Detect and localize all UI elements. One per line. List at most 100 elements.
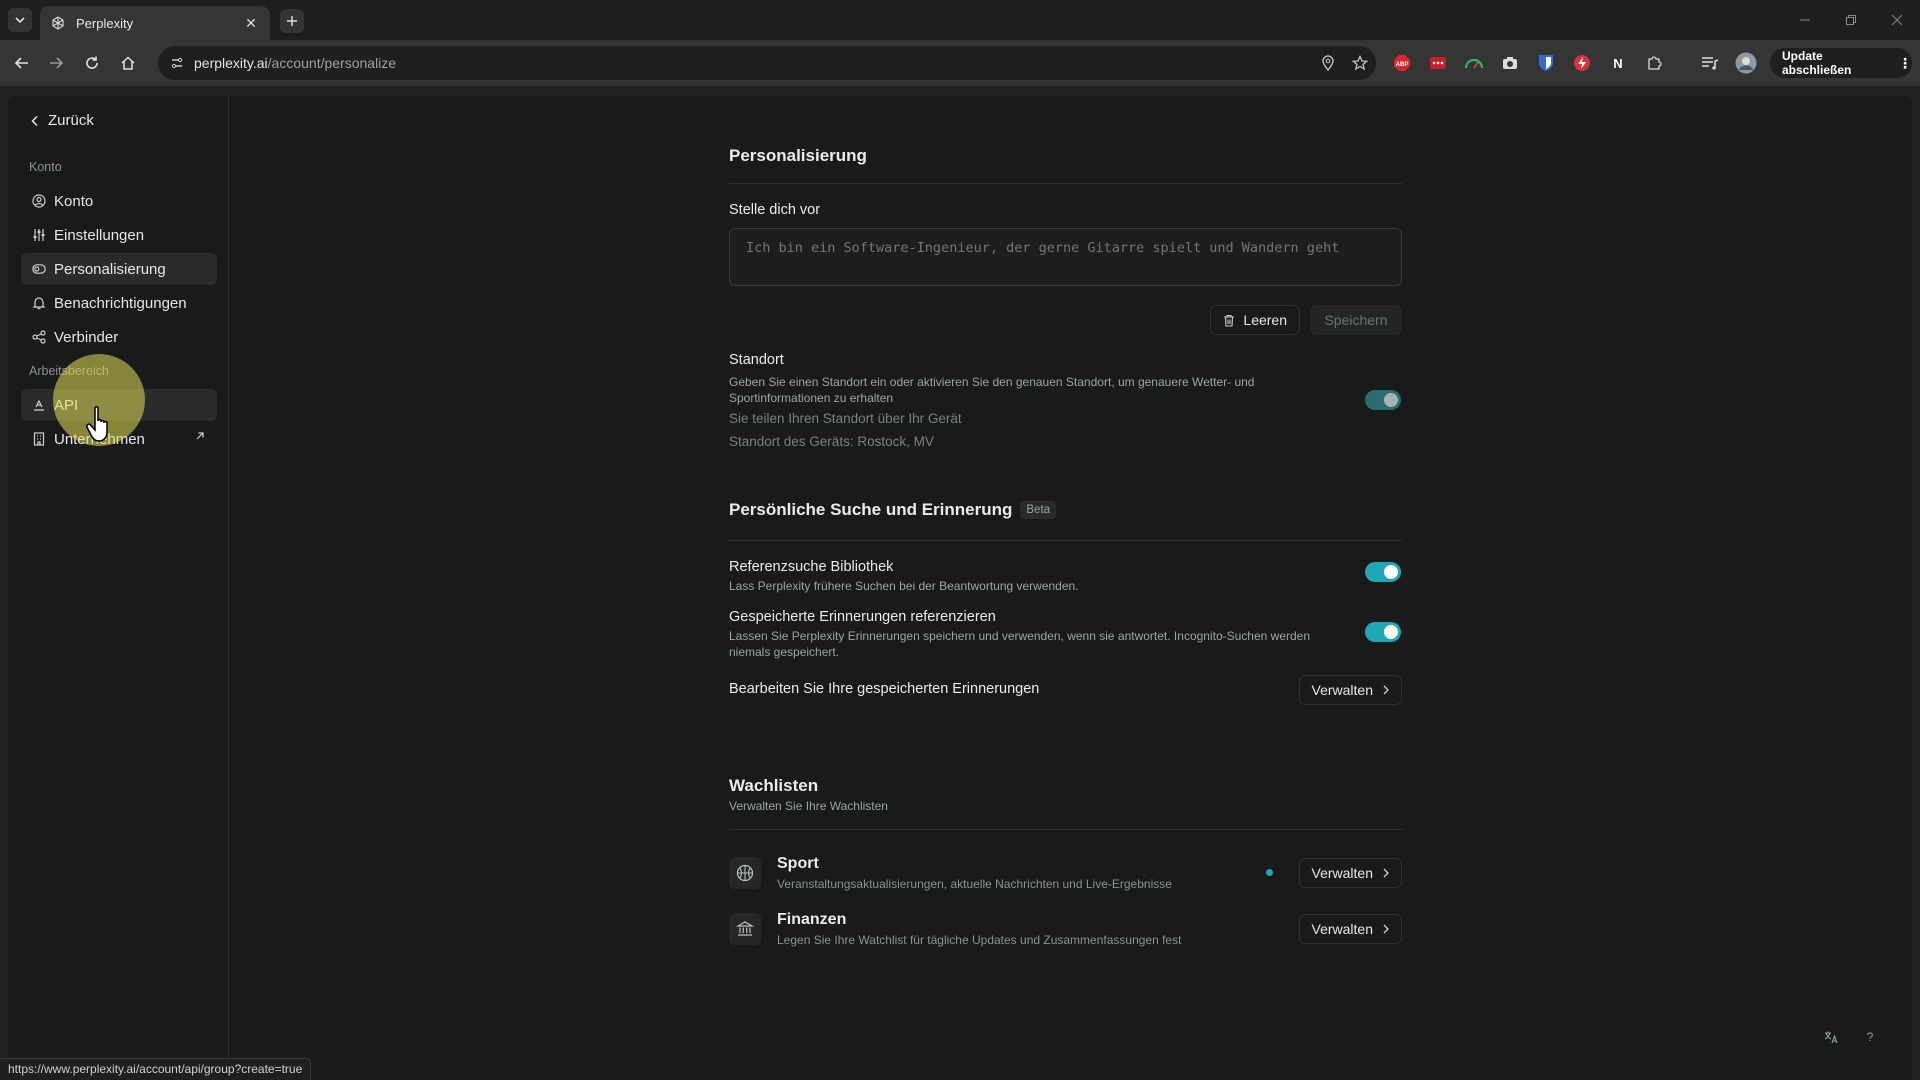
location-pin-icon[interactable] [1312,46,1344,80]
location-description: Geben Sie einen Standort ein oder aktivi… [729,375,1255,405]
chevron-right-icon [1383,685,1389,695]
camera-extension-icon[interactable] [1498,51,1522,75]
saved-memories-toggle[interactable] [1365,622,1401,642]
notion-extension-icon[interactable]: N [1606,51,1630,75]
address-bar[interactable]: perplexity.ai/account/personalize [158,46,1376,80]
tab-search-button[interactable] [8,8,32,32]
plus-icon [287,16,297,26]
sidebar-item-verbinder[interactable]: Verbinder [21,321,217,353]
watchlist-item-finanzen[interactable]: Finanzen Legen Sie Ihre Watchlist für tä… [729,911,1402,947]
site-info-icon[interactable] [166,52,188,74]
manage-memories-button[interactable]: Verwalten [1298,675,1402,705]
flash-extension-icon[interactable] [1570,51,1594,75]
restore-icon[interactable] [1828,0,1874,40]
minimize-icon[interactable] [1782,0,1828,40]
device-location: Standort des Geräts: Rostock, MV [729,434,934,449]
toggle-knob [1384,393,1398,407]
library-search-description: Lass Perplexity frühere Suchen bei der B… [729,579,1079,593]
watchlists-title: Wachlisten [729,776,819,795]
extensions-row: ABP N [1390,51,1758,75]
manage-label: Verwalten [1311,865,1373,881]
divider [729,183,1402,184]
sidebar-item-unternehmen[interactable]: Unternehmen [21,423,217,455]
browser-toolbar: perplexity.ai/account/personalize ABP N … [0,40,1920,86]
puzzle-extensions-icon[interactable] [1642,51,1666,75]
home-icon[interactable] [116,51,140,75]
section-label-workspace: Arbeitsbereich [29,364,109,378]
close-window-icon[interactable] [1874,0,1920,40]
browser-tab-perplexity[interactable]: Perplexity ✕ [40,6,270,40]
app-window: Zurück Konto Konto Einstellungen Persona… [8,96,1912,1080]
location-title: Standort [729,352,784,368]
chevron-right-icon [1383,924,1389,934]
manage-label: Verwalten [1311,921,1373,937]
back-link[interactable]: Zurück [30,112,94,129]
active-status-dot [1266,869,1273,876]
save-button[interactable]: Speichern [1310,305,1402,335]
bitwarden-extension-icon[interactable] [1534,51,1558,75]
lastpass-extension-icon[interactable] [1426,51,1450,75]
more-options-icon[interactable]: ⋮ [1898,55,1912,72]
toggle-knob [1384,565,1398,579]
tab-close-icon[interactable]: ✕ [242,15,260,32]
sidebar-item-label: Verbinder [54,328,119,346]
new-tab-button[interactable] [280,9,304,33]
bell-icon [32,296,46,310]
profile-avatar-icon[interactable] [1734,51,1758,75]
watchlist-item-sport[interactable]: Sport Veranstaltungsaktualisierungen, ak… [729,855,1402,891]
sidebar-item-einstellungen[interactable]: Einstellungen [21,219,217,251]
api-icon [32,398,46,412]
bank-icon [729,913,761,945]
divider [729,829,1402,830]
forward-arrow-icon[interactable] [44,51,68,75]
sidebar-item-konto[interactable]: Konto [21,185,217,217]
location-sharing-note: Sie teilen Ihren Standort über Ihr Gerät [729,411,962,426]
bookmark-star-icon[interactable] [1344,46,1376,80]
clear-button[interactable]: Leeren [1210,305,1300,335]
library-search-toggle[interactable] [1365,562,1401,582]
back-arrow-icon[interactable] [10,51,34,75]
intro-textarea[interactable] [729,228,1402,286]
translate-icon[interactable] [1817,1023,1845,1051]
watchlist-description: Veranstaltungsaktualisierungen, aktuelle… [777,877,1172,891]
chevron-left-icon [31,115,38,126]
main-content: Personalisierung Stelle dich vor Leeren … [229,96,1912,1080]
adblock-extension-icon[interactable]: ABP [1390,51,1414,75]
manage-label: Verwalten [1311,682,1373,698]
sidebar-item-benachrichtigungen[interactable]: Benachrichtigungen [21,287,217,319]
sidebar-item-personalisierung[interactable]: Personalisierung [21,253,217,285]
browser-status-url: https://www.perplexity.ai/account/api/gr… [0,1058,312,1080]
sidebar-item-label: Personalisierung [54,260,166,278]
building-icon [32,432,46,446]
library-search-title: Referenzsuche Bibliothek [729,559,894,575]
memory-title: Persönliche Suche und Erinnerung Beta [729,500,1402,520]
back-label: Zurück [48,112,94,129]
update-browser-button[interactable]: Update abschließen ⋮ [1770,48,1912,78]
media-control-icon[interactable] [1698,51,1722,75]
chevron-right-icon [1383,868,1389,878]
external-link-icon [196,432,204,440]
svg-text:ABP: ABP [1396,62,1409,68]
personalization-title: Personalisierung [729,146,867,165]
sidebar-item-api[interactable]: API [21,389,217,421]
reload-icon[interactable] [80,51,104,75]
connector-icon [32,330,46,344]
edit-memories-row: Bearbeiten Sie Ihre gespeicherten Erinne… [729,675,1402,705]
location-toggle[interactable] [1365,390,1401,410]
manage-sport-button[interactable]: Verwalten [1298,858,1402,888]
tab-title: Perplexity [76,15,134,31]
clear-label: Leeren [1243,312,1287,328]
perplexity-logo-icon [50,15,66,31]
window-controls [1782,0,1920,40]
sidebar-item-label: Konto [54,192,94,210]
manage-finance-button[interactable]: Verwalten [1298,914,1402,944]
speed-extension-icon[interactable] [1462,51,1486,75]
divider [729,540,1402,541]
help-button[interactable]: ? [1856,1023,1884,1051]
sidebar-item-label: Einstellungen [54,226,145,244]
edit-memories-title: Bearbeiten Sie Ihre gespeicherten Erinne… [729,681,1040,697]
watchlist-description: Legen Sie Ihre Watchlist für tägliche Up… [777,933,1182,947]
watchlist-title: Sport [777,855,819,872]
intro-label: Stelle dich vor [729,202,821,218]
browser-tabstrip: Perplexity ✕ [0,0,1920,40]
